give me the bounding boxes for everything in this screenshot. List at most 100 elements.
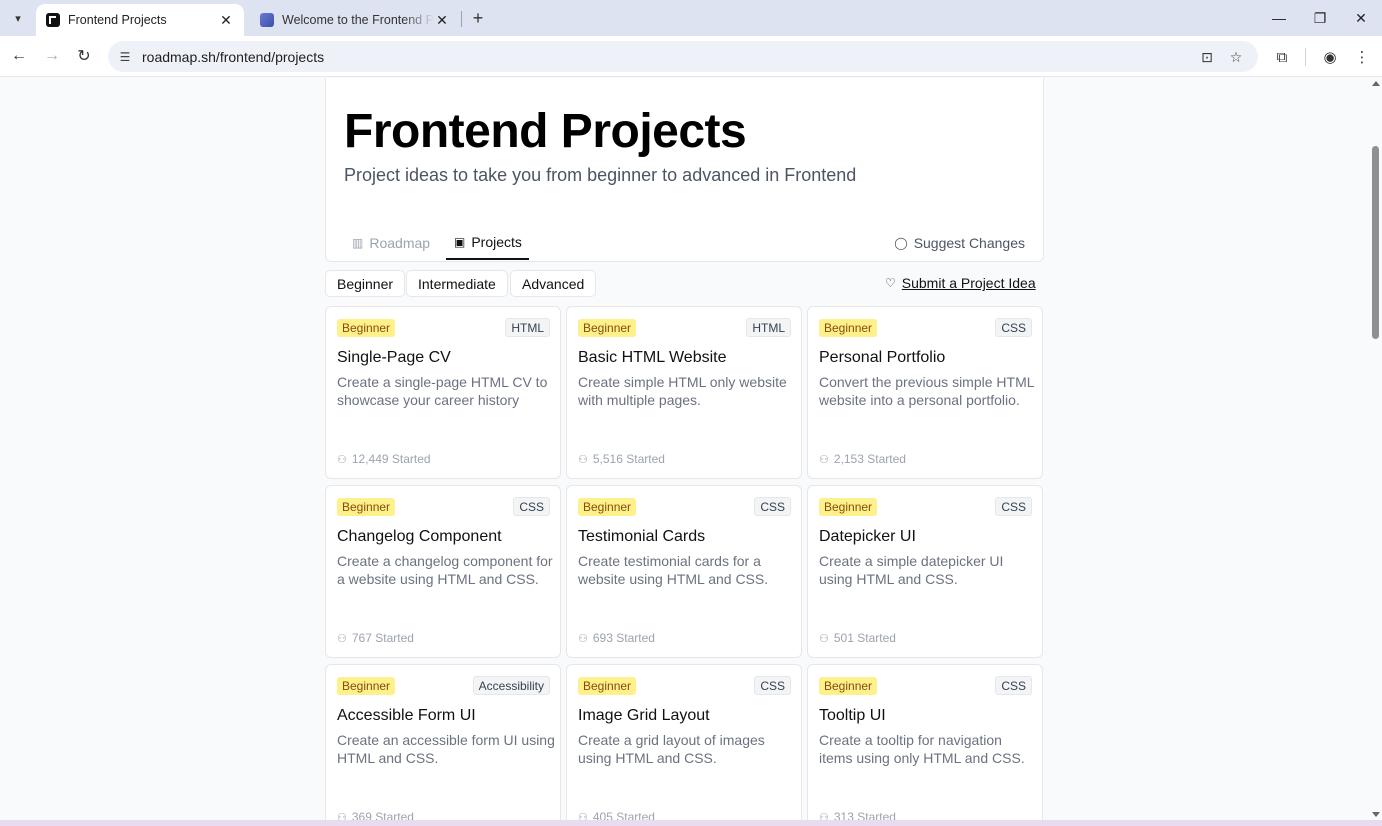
browser-tab-frontend-projects[interactable]: Frontend Projects ✕ [36, 4, 244, 36]
difficulty-badge: Beginner [819, 498, 878, 516]
project-description: Create a changelog component for a websi… [337, 553, 553, 587]
tab-projects-label: Projects [471, 234, 522, 250]
users-icon: ⚇ [819, 811, 829, 821]
project-card[interactable]: Beginner CSS Personal Portfolio Convert … [807, 306, 1043, 479]
difficulty-badge: Beginner [578, 498, 637, 516]
skill-tag: HTML [746, 318, 791, 337]
window-bottom-edge [0, 820, 1382, 826]
forward-arrow-icon[interactable]: → [41, 45, 63, 67]
started-count: ⚇ 313 Started [819, 810, 896, 820]
tab-roadmap-label: Roadmap [369, 235, 431, 251]
map-icon: ▥ [352, 236, 364, 250]
browser-tab-welcome[interactable]: Welcome to the Frontend Pa ✕ [250, 4, 460, 36]
scrollbar-thumb[interactable] [1372, 146, 1379, 339]
project-description: Create a single-page HTML CV to showcase… [337, 374, 548, 408]
profile-icon[interactable]: ◉ [1320, 47, 1340, 67]
close-tab-icon[interactable]: ✕ [434, 12, 450, 29]
difficulty-badge: Beginner [337, 319, 396, 337]
project-title: Accessible Form UI [337, 707, 476, 724]
project-card[interactable]: Beginner Accessibility Accessible Form U… [325, 664, 561, 820]
address-bar: ← → ↻ ☰ roadmap.sh/frontend/projects ⊡ ☆… [0, 36, 1382, 77]
browser-tab-bar: ▾ Frontend Projects ✕ Welcome to the Fro… [0, 0, 1382, 36]
extensions-icon[interactable]: ⧉ [1272, 47, 1292, 67]
url-text[interactable]: roadmap.sh/frontend/projects [142, 49, 324, 65]
started-count-text: 767 Started [351, 631, 414, 645]
tab-title: Welcome to the Frontend Pa [282, 13, 434, 27]
project-description: Create testimonial cards for a website u… [578, 553, 769, 587]
tab-search-icon[interactable]: ▾ [6, 7, 30, 29]
roadmap-favicon-icon [46, 13, 60, 27]
project-card[interactable]: Beginner CSS Datepicker UI Create a simp… [807, 485, 1043, 658]
tab-roadmap[interactable]: ▥ Roadmap [352, 226, 430, 260]
toolbar-separator [1305, 48, 1306, 66]
message-circle-icon: ◯ [894, 236, 908, 250]
project-card[interactable]: Beginner CSS Testimonial Cards Create te… [566, 485, 802, 658]
started-count-text: 2,153 Started [833, 452, 906, 466]
project-description: Create simple HTML only website with mul… [578, 374, 787, 408]
started-count-text: 693 Started [592, 631, 655, 645]
project-title: Personal Portfolio [819, 349, 946, 366]
project-card[interactable]: Beginner HTML Basic HTML Website Create … [566, 306, 802, 479]
project-card[interactable]: Beginner CSS Image Grid Layout Create a … [566, 664, 802, 820]
install-app-icon[interactable]: ⊡ [1198, 49, 1216, 65]
project-card[interactable]: Beginner HTML Single-Page CV Create a si… [325, 306, 561, 479]
users-icon: ⚇ [819, 632, 829, 645]
users-icon: ⚇ [819, 453, 829, 466]
filter-advanced-button[interactable]: Advanced [510, 270, 597, 297]
roadmap-header: Frontend Projects Project ideas to take … [325, 78, 1044, 262]
users-icon: ⚇ [337, 453, 347, 466]
project-description: Create a tooltip for navigation items us… [819, 732, 1025, 766]
skill-tag: CSS [995, 676, 1032, 695]
difficulty-badge: Beginner [337, 677, 396, 695]
page-subtitle: Project ideas to take you from beginner … [344, 165, 857, 185]
submit-project-idea-link[interactable]: ♡ Submit a Project Idea [885, 275, 1036, 291]
minimize-icon[interactable]: — [1264, 6, 1294, 30]
project-description: Create a simple datepicker UI using HTML… [819, 553, 1004, 587]
tab-projects[interactable]: ▣ Projects [446, 226, 529, 260]
users-icon: ⚇ [337, 632, 347, 645]
project-title: Datepicker UI [819, 528, 916, 545]
page-viewport: Frontend Projects Project ideas to take … [0, 78, 1369, 820]
project-card[interactable]: Beginner CSS Changelog Component Create … [325, 485, 561, 658]
difficulty-badge: Beginner [578, 677, 637, 695]
project-title: Changelog Component [337, 528, 502, 545]
back-arrow-icon[interactable]: ← [8, 45, 30, 67]
project-description: Create an accessible form UI using HTML … [337, 732, 555, 766]
skill-tag: HTML [505, 318, 550, 337]
started-count: ⚇ 12,449 Started [337, 452, 431, 466]
users-icon: ⚇ [578, 632, 588, 645]
browser-menu-icon[interactable]: ⋮ [1352, 47, 1372, 67]
bookmark-star-icon[interactable]: ☆ [1227, 49, 1245, 65]
difficulty-badge: Beginner [819, 677, 878, 695]
started-count: ⚇ 501 Started [819, 631, 896, 645]
project-card[interactable]: Beginner CSS Tooltip UI Create a tooltip… [807, 664, 1043, 820]
skill-tag: CSS [995, 497, 1032, 516]
started-count: ⚇ 405 Started [578, 810, 655, 820]
filter-beginner-button[interactable]: Beginner [325, 270, 406, 297]
skill-tag: CSS [513, 497, 550, 516]
page-scrollbar[interactable] [1369, 78, 1382, 820]
skill-tag: CSS [995, 318, 1032, 337]
difficulty-badge: Beginner [337, 498, 396, 516]
restore-window-icon[interactable]: ❐ [1305, 6, 1335, 30]
tab-title: Frontend Projects [68, 13, 167, 27]
scroll-down-arrow-icon[interactable] [1372, 812, 1380, 817]
new-tab-icon[interactable]: + [467, 7, 489, 29]
project-title: Single-Page CV [337, 349, 451, 366]
started-count: ⚇ 369 Started [337, 810, 414, 820]
close-tab-icon[interactable]: ✕ [218, 12, 234, 29]
skill-tag: Accessibility [472, 676, 550, 695]
scroll-up-arrow-icon[interactable] [1372, 81, 1380, 86]
started-count-text: 501 Started [833, 631, 896, 645]
url-input[interactable]: ☰ roadmap.sh/frontend/projects ⊡ ☆ [108, 41, 1258, 72]
reload-icon[interactable]: ↻ [73, 45, 95, 67]
started-count-text: 369 Started [351, 810, 414, 820]
site-info-icon[interactable]: ☰ [117, 50, 133, 64]
started-count-text: 12,449 Started [351, 452, 431, 466]
submit-project-idea-label: Submit a Project Idea [901, 275, 1036, 291]
filter-intermediate-button[interactable]: Intermediate [406, 270, 508, 297]
close-window-icon[interactable]: ✕ [1346, 6, 1376, 30]
started-count-text: 313 Started [833, 810, 896, 820]
tab-separator [461, 11, 462, 27]
suggest-changes-button[interactable]: ◯ Suggest Changes [894, 226, 1025, 260]
